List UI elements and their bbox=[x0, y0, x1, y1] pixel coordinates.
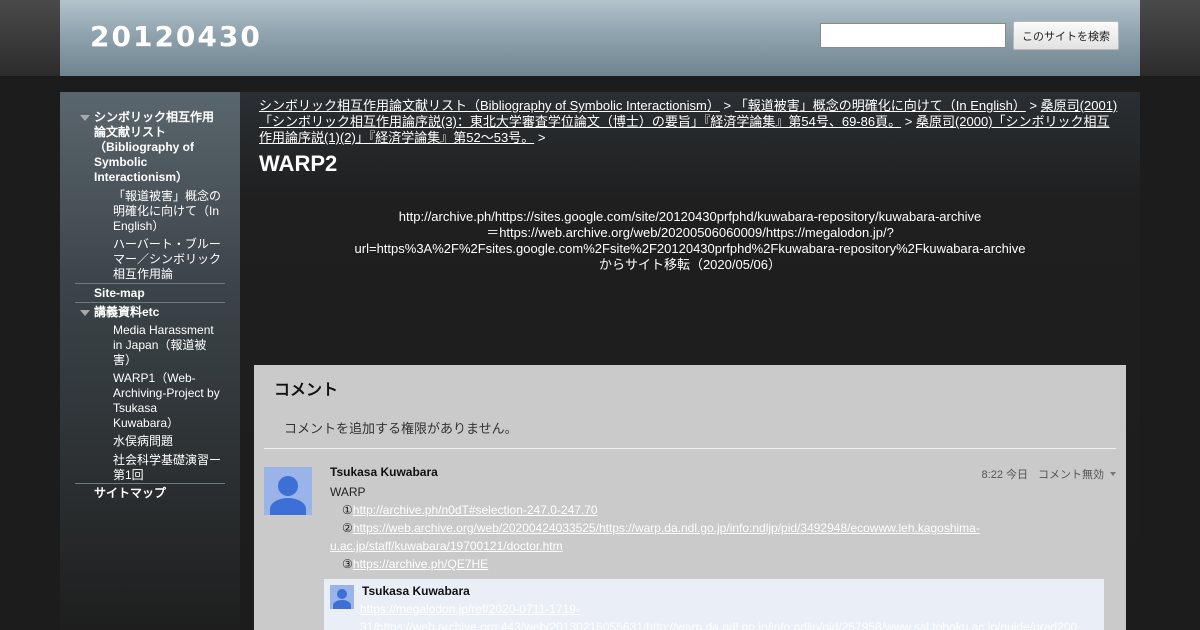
sidebar-divider bbox=[75, 283, 225, 284]
sidebar-item-sitemap-ja[interactable]: サイトマップ bbox=[94, 486, 224, 501]
search-button[interactable]: このサイトを検索 bbox=[1013, 21, 1119, 50]
no-permission-text: コメントを追加する権限がありません。 bbox=[284, 421, 518, 436]
comment-author: Tsukasa Kuwabara bbox=[330, 465, 438, 479]
comments-divider bbox=[264, 448, 1116, 449]
sidebar-item-label: 第1回 bbox=[113, 468, 144, 482]
body-line: からサイト移転（2020/05/06） bbox=[598, 257, 782, 272]
sidebar-item-label: 社会科学基礎演習ー bbox=[113, 453, 222, 467]
breadcrumb: シンボリック相互作用論文献リスト（Bibliography of Symboli… bbox=[259, 98, 1119, 146]
comment-link[interactable]: http://archive.ph/n0dT#selection-247.0-2… bbox=[353, 503, 598, 517]
reply-author: Tsukasa Kuwabara bbox=[362, 584, 470, 598]
sidebar-divider bbox=[75, 302, 225, 303]
sidebar-item-symbolic[interactable]: シンボリック相互作用 論文献リスト （Bibliography of Symbo… bbox=[94, 110, 224, 185]
sidebar-item-label: Symbolic bbox=[94, 155, 148, 169]
list-number: ③ bbox=[342, 557, 353, 571]
sidebar-item-label: ハーバート・ブルー bbox=[113, 237, 221, 251]
page-title: WARP2 bbox=[259, 151, 338, 176]
breadcrumb-separator: > bbox=[537, 130, 546, 145]
person-icon bbox=[337, 589, 347, 599]
sidebar-item-blumer[interactable]: ハーバート・ブルー マー／シンボリック 相互作用論 bbox=[113, 237, 225, 282]
sidebar-item-label: 論文献リスト bbox=[94, 125, 167, 139]
comments-heading: コメント bbox=[274, 382, 339, 399]
sidebar-item-label: シンボリック相互作用 bbox=[94, 110, 215, 124]
sidebar-item-label: Tsukasa bbox=[113, 401, 158, 415]
avatar bbox=[330, 585, 354, 609]
breadcrumb-separator: > bbox=[1029, 98, 1038, 113]
breadcrumb-separator: > bbox=[723, 98, 732, 113]
comment-link[interactable]: u.ac.jp/staff/kuwabara/19700121/doctor.h… bbox=[330, 539, 563, 553]
person-icon bbox=[278, 476, 298, 496]
site-title[interactable]: 20120430 bbox=[90, 20, 262, 53]
comment-link[interactable]: https://archive.ph/QE7HE bbox=[353, 557, 488, 571]
search-input[interactable] bbox=[820, 23, 1006, 48]
body-line: http://archive.ph/https://sites.google.c… bbox=[398, 209, 982, 224]
person-icon bbox=[270, 498, 306, 515]
sidebar-item-label: WARP1（Web- bbox=[113, 371, 196, 385]
breadcrumb-separator: > bbox=[904, 114, 913, 129]
sidebar-item-minamata[interactable]: 水俣病問題 bbox=[113, 434, 225, 449]
sidebar-item-label: マー／シンボリック bbox=[113, 252, 222, 266]
sidebar-item-label: （Bibliography of bbox=[94, 140, 194, 154]
reply-link[interactable]: 31/https://web.archive.org:443/web/20130… bbox=[360, 620, 1077, 630]
reply-body: https://megalodon.jp/ref/2020-0711-1719-… bbox=[360, 600, 1100, 630]
sidebar-item-label: Media Harassment bbox=[113, 323, 214, 337]
sidebar-item-warp1[interactable]: WARP1（Web- Archiving-Project by Tsukasa … bbox=[113, 371, 225, 431]
sidebar-item-label: Kuwabara） bbox=[113, 416, 180, 430]
sidebar-item-label: Archiving-Project by bbox=[113, 386, 220, 400]
list-number: ② bbox=[342, 521, 353, 535]
comment-reply: Tsukasa Kuwabara https://megalodon.jp/re… bbox=[324, 579, 1104, 630]
body-line: ＝https://web.archive.org/web/20200506060… bbox=[486, 225, 894, 240]
sidebar-nav: シンボリック相互作用 論文献リスト （Bibliography of Symbo… bbox=[60, 92, 240, 630]
expand-triangle-icon[interactable] bbox=[80, 310, 90, 316]
sidebar-item-shakai[interactable]: 社会科学基礎演習ー 第1回 bbox=[113, 453, 225, 483]
sidebar-item-label: 害） bbox=[113, 353, 138, 367]
list-number: ① bbox=[342, 503, 353, 517]
breadcrumb-link[interactable]: 「報道被害」概念の明確化に向けて（In English） bbox=[735, 98, 1026, 113]
sidebar-item-houdou[interactable]: 「報道被害」概念の 明確化に向けて（In English） bbox=[113, 189, 225, 234]
sidebar-item-sitemap[interactable]: Site-map bbox=[94, 286, 224, 301]
sidebar-item-media[interactable]: Media Harassment in Japan（報道被 害） bbox=[113, 323, 225, 368]
comment-meta: 8:22 今日 コメント無効 bbox=[982, 466, 1116, 482]
sidebar-item-kogi[interactable]: 講義資料etc bbox=[94, 305, 224, 320]
page-body: http://archive.ph/https://sites.google.c… bbox=[330, 209, 1050, 273]
sidebar-item-label: 「報道被害」概念の bbox=[113, 189, 222, 203]
sidebar-item-label: in Japan（報道被 bbox=[113, 338, 207, 352]
breadcrumb-link[interactable]: シンボリック相互作用論文献リスト（Bibliography of Symboli… bbox=[259, 98, 720, 113]
body-line: url=https%3A%2F%2Fsites.google.com%2Fsit… bbox=[354, 241, 1026, 256]
comment-disable-link[interactable]: コメント無効 bbox=[1038, 466, 1104, 482]
comment-body: WARP ①http://archive.ph/n0dT#selection-2… bbox=[330, 483, 1010, 573]
reply-link[interactable]: https://megalodon.jp/ref/2020-0711-1719- bbox=[360, 602, 580, 616]
comment-link[interactable]: https://web.archive.org/web/202004240335… bbox=[353, 521, 980, 535]
sidebar-item-label: English） bbox=[113, 219, 165, 233]
comments-section: コメント コメントを追加する権限がありません。 Tsukasa Kuwabara… bbox=[254, 365, 1126, 630]
comment-time: 8:22 今日 bbox=[981, 469, 1028, 481]
site-header: 20120430 このサイトを検索 bbox=[60, 0, 1140, 76]
sidebar-divider bbox=[75, 483, 225, 484]
avatar bbox=[264, 467, 312, 515]
comment-text: WARP bbox=[330, 485, 366, 499]
sidebar-item-label: 明確化に向けて（In bbox=[113, 204, 220, 218]
expand-triangle-icon[interactable] bbox=[80, 115, 90, 121]
sidebar-item-label: Interactionism） bbox=[94, 170, 189, 184]
sidebar-item-label: 相互作用論 bbox=[113, 267, 174, 281]
chevron-down-icon[interactable] bbox=[1110, 472, 1116, 476]
person-icon bbox=[333, 600, 351, 609]
